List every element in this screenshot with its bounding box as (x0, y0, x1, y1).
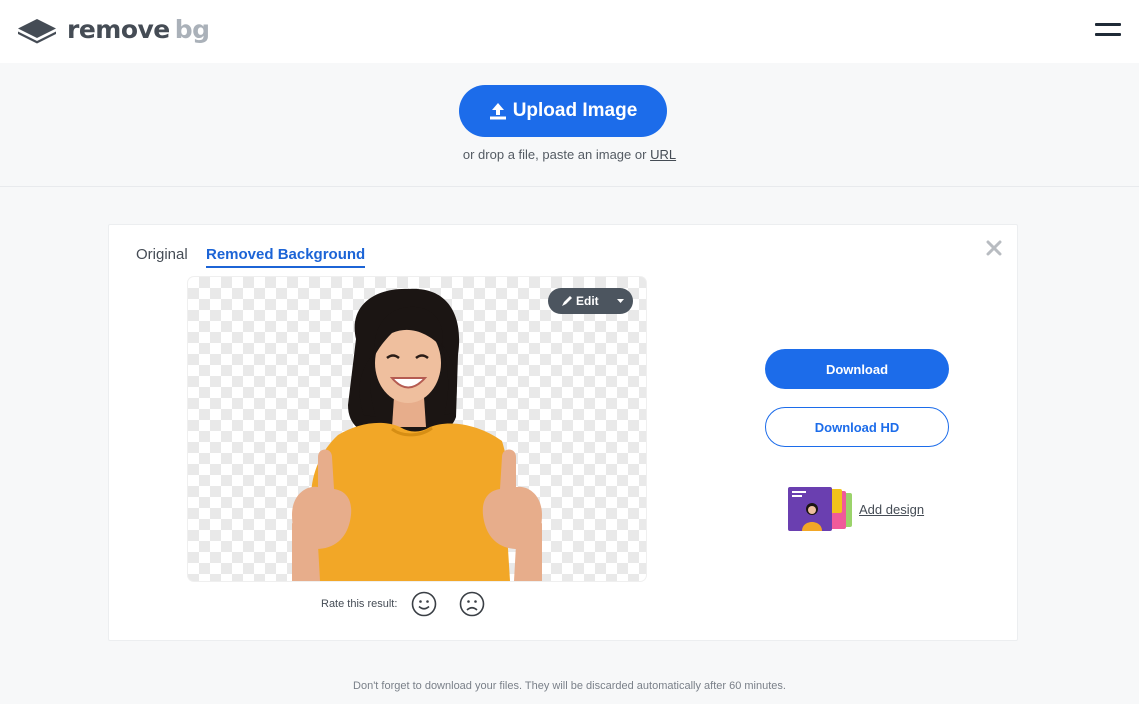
logo[interactable]: remove bg (16, 15, 210, 45)
top-header: remove bg (0, 0, 1139, 63)
brush-icon (562, 296, 572, 306)
upload-button-label: Upload Image (512, 100, 638, 121)
logo-text: remove bg (67, 15, 210, 45)
add-design-label: Add design (859, 501, 925, 517)
person-cutout-image (292, 288, 542, 581)
upload-arrow-icon (489, 103, 506, 120)
download-hd-button[interactable]: Download HD (765, 407, 949, 447)
sad-face-icon[interactable] (459, 591, 485, 617)
add-design-link[interactable]: Add design (786, 487, 924, 531)
upload-image-button[interactable]: Upload Image (459, 85, 667, 137)
edit-main[interactable]: Edit (548, 288, 599, 314)
rate-result: Rate this result: (321, 591, 507, 617)
edit-label: Edit (576, 294, 599, 308)
edit-button[interactable]: Edit (548, 288, 633, 314)
result-image-preview: Edit (188, 277, 646, 581)
caret-down-icon[interactable] (617, 299, 624, 304)
hamburger-menu-icon[interactable] (1095, 20, 1123, 40)
url-link[interactable]: URL (650, 147, 676, 162)
upload-area: Upload Image or drop a file, paste an im… (0, 63, 1139, 187)
download-button[interactable]: Download (765, 349, 949, 389)
logo-word-remove: remove (67, 15, 170, 44)
tab-removed-background[interactable]: Removed Background (206, 246, 366, 268)
logo-word-bg: bg (174, 15, 210, 44)
drop-hint: or drop a file, paste an image or URL (0, 147, 1139, 162)
design-templates-thumbnail (788, 487, 852, 531)
rate-label: Rate this result: (321, 598, 398, 610)
result-card: Original Removed Background Edit Rate th… (108, 224, 1018, 641)
drop-hint-text: or drop a file, paste an image or (462, 147, 647, 162)
close-x-icon[interactable] (985, 239, 1003, 257)
smiley-face-icon[interactable] (411, 591, 437, 617)
tab-original[interactable]: Original (136, 246, 188, 263)
layers-logo-icon (18, 19, 56, 44)
footer-note: Don't forget to download your files. The… (353, 680, 786, 692)
